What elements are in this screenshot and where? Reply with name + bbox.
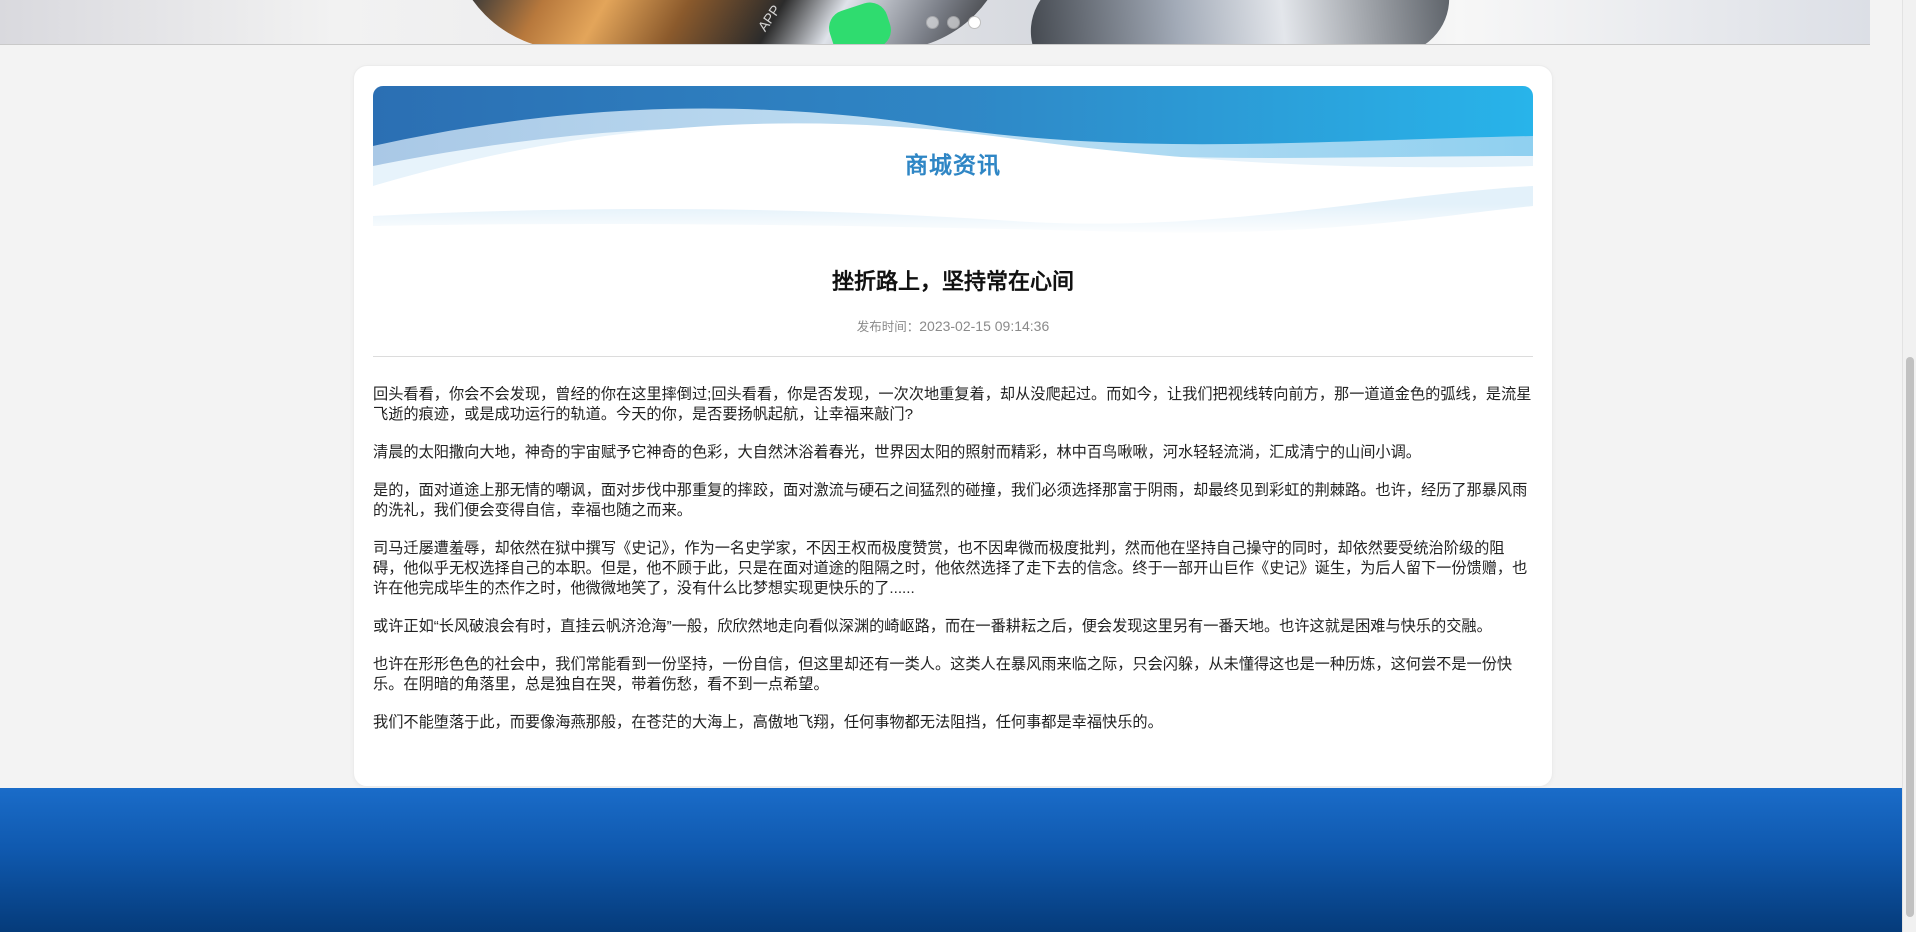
title-divider xyxy=(373,356,1533,357)
carousel-dot-3[interactable] xyxy=(968,16,981,29)
article-title: 挫折路上，坚持常在心间 xyxy=(831,269,1074,294)
page-scrollbar[interactable] xyxy=(1902,0,1916,932)
carousel-indicators xyxy=(926,16,981,29)
publish-info: 发布时间：2023-02-15 09:14:36 xyxy=(373,316,1533,335)
page-footer xyxy=(0,788,1902,932)
banner-device-image xyxy=(1025,0,1455,44)
scrollbar-thumb[interactable] xyxy=(1906,357,1914,917)
publish-label: 发布时间： xyxy=(856,320,920,334)
carousel-dot-1[interactable] xyxy=(926,16,939,29)
article-paragraph-3: 是的，面对道途上那无情的嘲讽，面对步伐中那重复的摔跤，面对激流与硬石之间猛烈的碰… xyxy=(373,482,1528,519)
article-paragraph-4: 司马迁屡遭羞辱，却依然在狱中撰写《史记》，作为一名史学家，不因王权而极度赞赏，也… xyxy=(373,540,1528,597)
article-body: 回头看看，你会不会发现，曾经的你在这里摔倒过;回头看看，你是否发现，一次次地重复… xyxy=(373,385,1533,751)
article-paragraph-2: 清晨的太阳撒向大地，神奇的宇宙赋予它神奇的色彩，大自然沐浴着春光，世界因太阳的照… xyxy=(373,444,1421,461)
article-paragraph-5: 或许正如“长风破浪会有时，直挂云帆济沧海”一般，欣欣然地走向看似深渊的崎岖路，而… xyxy=(373,618,1492,635)
article-paragraph-1: 回头看看，你会不会发现，曾经的你在这里摔倒过;回头看看，你是否发现，一次次地重复… xyxy=(373,386,1532,423)
publish-time: 2023-02-15 09:14:36 xyxy=(919,318,1050,334)
article-paragraph-7: 我们不能堕落于此，而要像海燕那般，在苍茫的大海上，高傲地飞翔，任何事物都无法阻挡… xyxy=(373,714,1163,731)
page: APP 商城资讯 挫折路上，坚持常在心间 发布时间：2023-02-15 09:… xyxy=(0,0,1916,932)
carousel-dot-2[interactable] xyxy=(947,16,960,29)
carousel-banner[interactable]: APP xyxy=(0,0,1870,45)
section-title: 商城资讯 xyxy=(905,152,1001,178)
article-paragraph-6: 也许在形形色色的社会中，我们常能看到一份坚持，一份自信，但这里却还有一类人。这类… xyxy=(373,656,1513,693)
section-header: 商城资讯 xyxy=(373,86,1533,236)
article-card: 商城资讯 挫折路上，坚持常在心间 发布时间：2023-02-15 09:14:3… xyxy=(353,65,1553,787)
